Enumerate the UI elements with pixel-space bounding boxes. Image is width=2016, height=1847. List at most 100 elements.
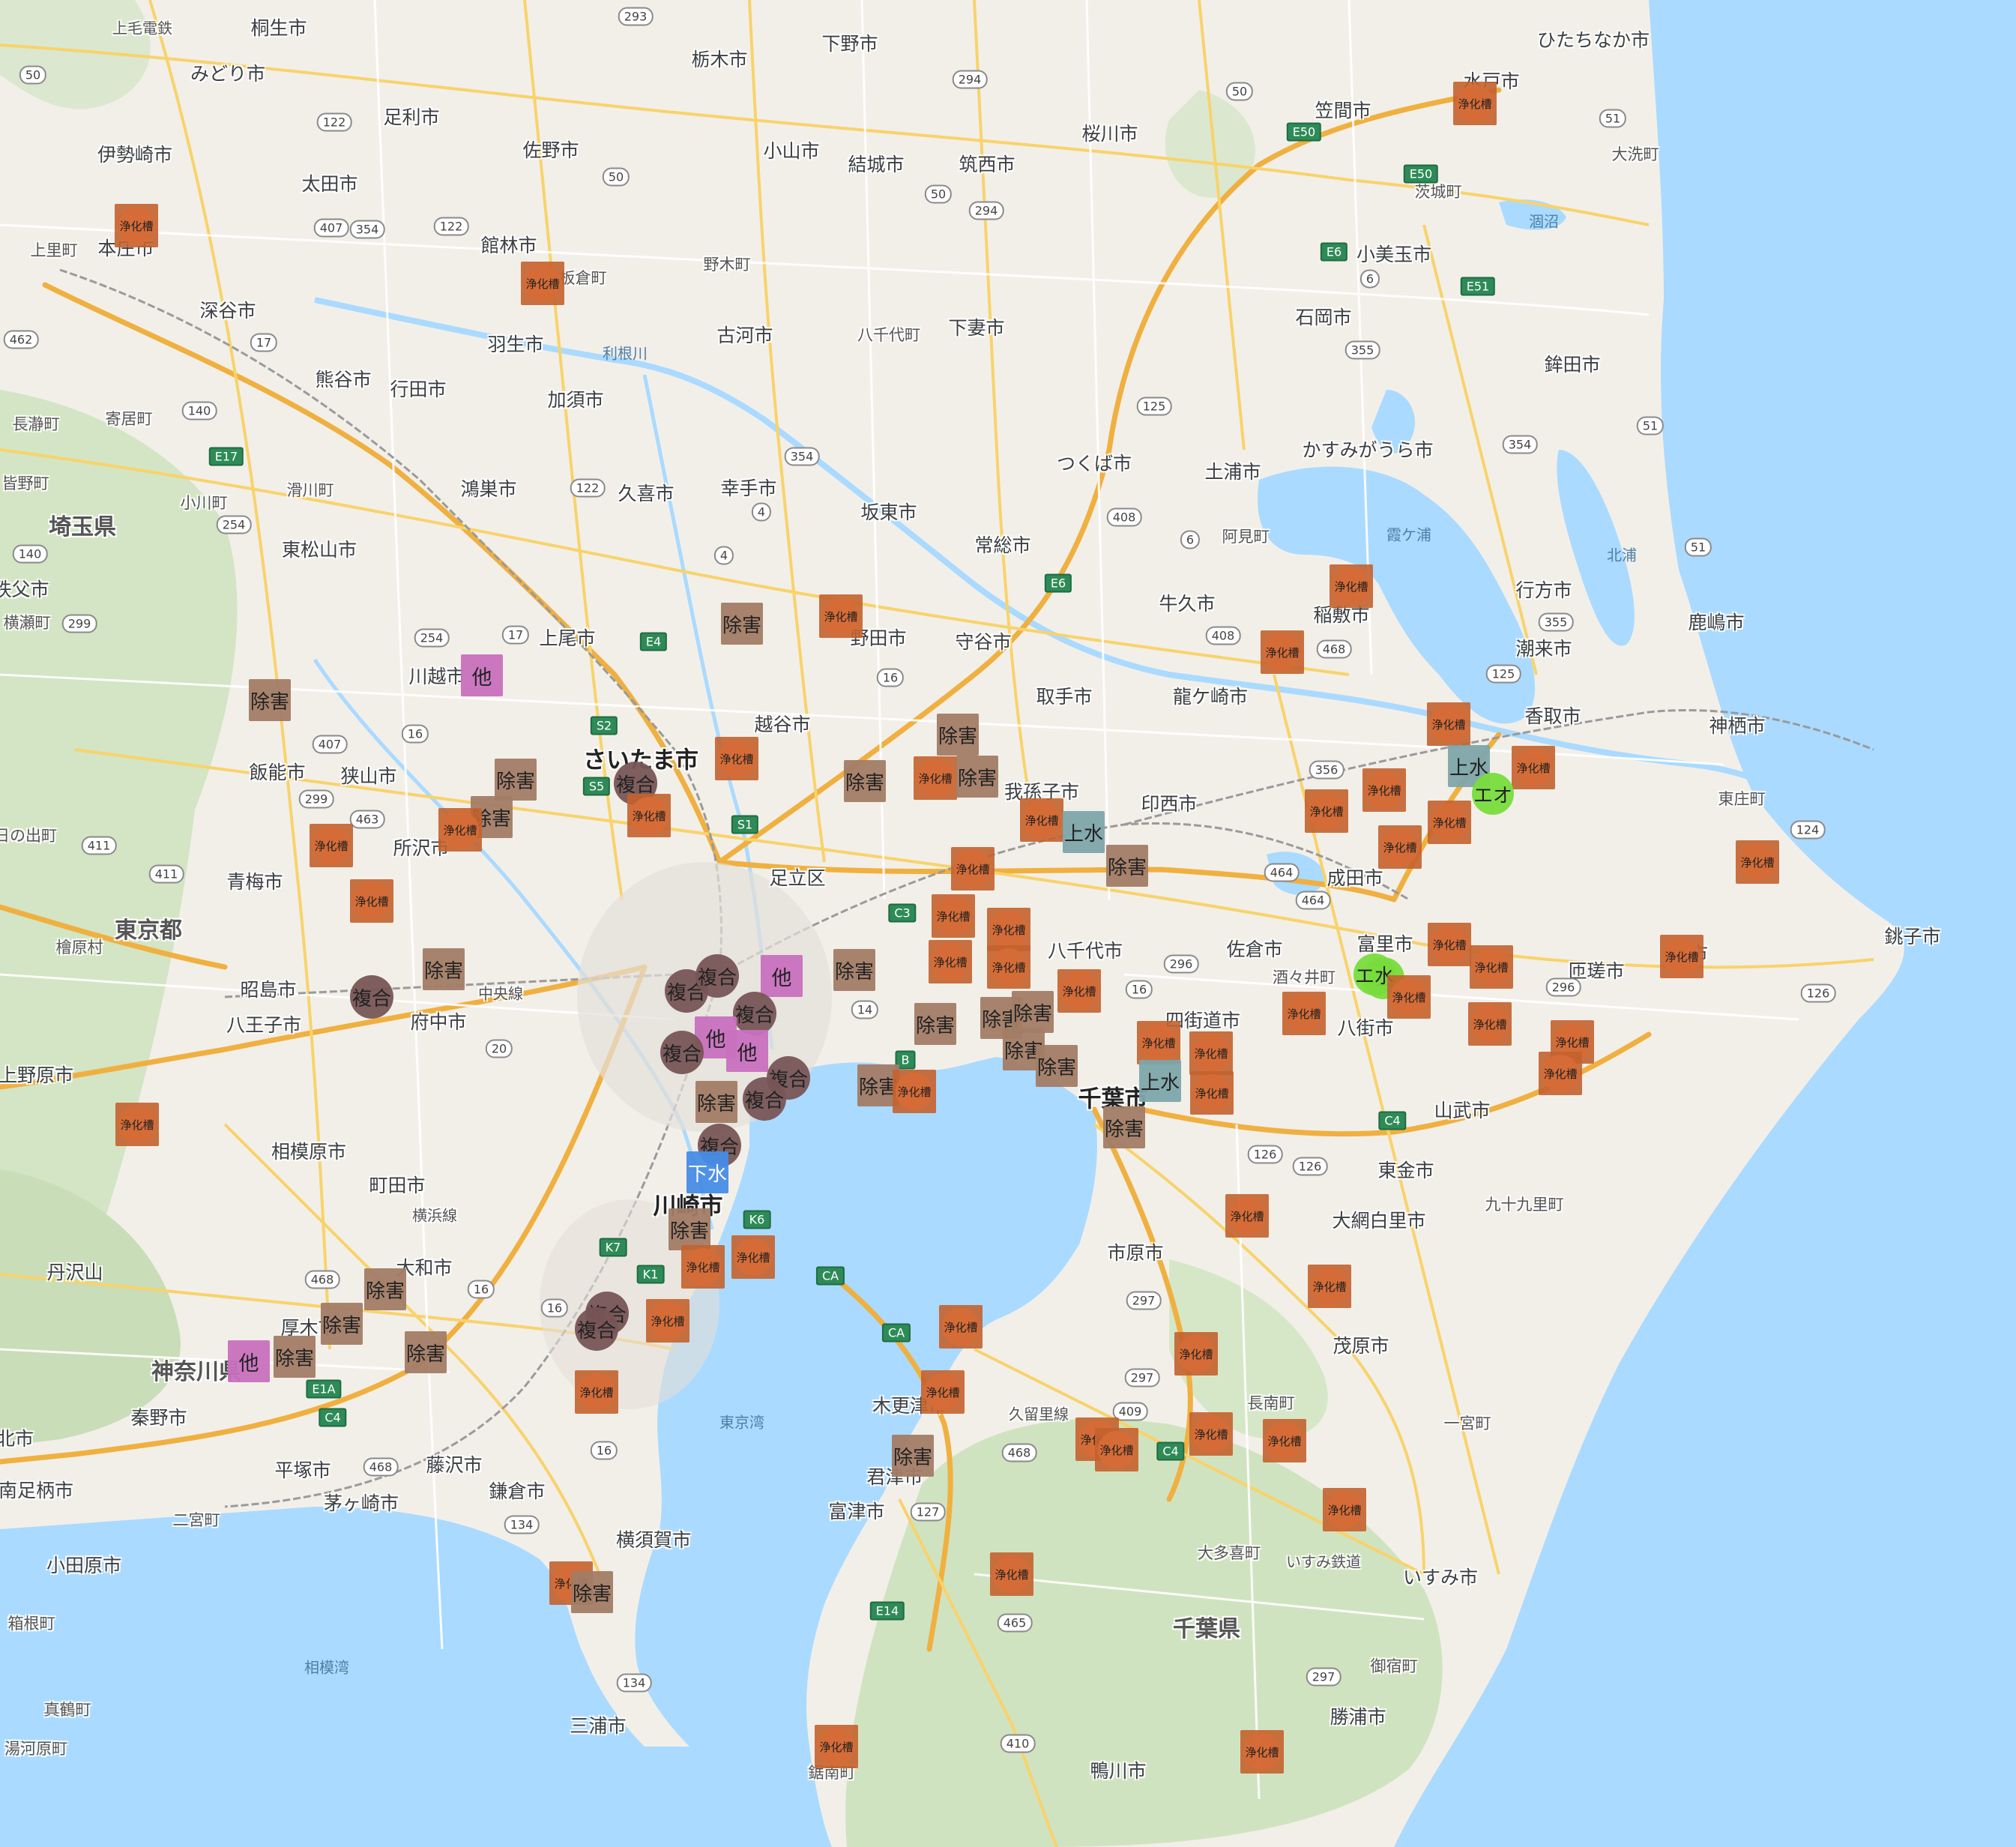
route-shield: 16 (467, 1280, 495, 1299)
josui-marker[interactable]: 上水 (1139, 1060, 1181, 1102)
jokaso-marker[interactable]: 浄化槽 (893, 1070, 936, 1113)
jokaso-marker[interactable]: 浄化槽 (914, 756, 957, 800)
gesui-marker[interactable]: 下水 (686, 1151, 728, 1193)
other-marker[interactable]: 他 (461, 654, 503, 696)
jokaso-marker[interactable]: 浄化槽 (1512, 746, 1555, 789)
jogai-marker[interactable]: 除害 (274, 1336, 316, 1378)
jokaso-marker[interactable]: 浄化槽 (1189, 1412, 1233, 1456)
jokaso-marker[interactable]: 浄化槽 (731, 1235, 775, 1279)
jokaso-marker[interactable]: 浄化槽 (1137, 1021, 1180, 1064)
jokaso-marker[interactable]: 浄化槽 (115, 1103, 159, 1146)
marker-label: 複合 (615, 774, 655, 797)
jogai-marker[interactable]: 除害 (695, 1081, 737, 1123)
jokaso-marker[interactable]: 浄化槽 (1427, 702, 1470, 746)
jokaso-marker[interactable]: 浄化槽 (1308, 1265, 1351, 1308)
marker-label: 複合 (734, 1004, 774, 1027)
marker-label: 除害 (1107, 856, 1147, 879)
jogai-marker[interactable]: 除害 (1103, 1106, 1145, 1148)
route-shield: 294 (968, 201, 1004, 220)
jogai-marker[interactable]: 除害 (364, 1268, 406, 1310)
jokaso-marker[interactable]: 浄化槽 (115, 204, 158, 247)
jokaso-marker[interactable]: 浄化槽 (715, 737, 758, 780)
ee-marker[interactable]: エオ (1472, 773, 1514, 815)
jogai-marker[interactable]: 除害 (1036, 1045, 1078, 1087)
marker-label: 浄化槽 (1265, 645, 1300, 660)
jogai-marker[interactable]: 除害 (956, 756, 998, 798)
expressway-shield: E50 (1286, 122, 1322, 142)
jokaso-marker[interactable]: 浄化槽 (929, 940, 972, 983)
marker-label: 浄化槽 (1555, 1035, 1590, 1049)
jogai-marker[interactable]: 除害 (892, 1435, 934, 1477)
jokaso-marker[interactable]: 浄化槽 (1736, 840, 1779, 884)
jokaso-marker[interactable]: 浄化槽 (1261, 630, 1304, 674)
jogai-marker[interactable]: 除害 (669, 1208, 710, 1250)
jogai-marker[interactable]: 除害 (405, 1331, 447, 1373)
jokaso-marker[interactable]: 浄化槽 (646, 1299, 689, 1343)
jokaso-marker[interactable]: 浄化槽 (990, 1552, 1033, 1596)
jokaso-marker[interactable]: 浄化槽 (681, 1245, 725, 1289)
jogai-marker[interactable]: 除害 (249, 679, 291, 721)
jokaso-marker[interactable]: 浄化槽 (350, 879, 393, 923)
jogai-marker[interactable]: 除害 (571, 1571, 613, 1613)
jokaso-marker[interactable]: 浄化槽 (575, 1370, 618, 1414)
jogai-marker[interactable]: 除害 (833, 949, 875, 991)
jokaso-marker[interactable]: 浄化槽 (921, 1370, 965, 1414)
other-marker[interactable]: 他 (761, 955, 803, 997)
jokaso-marker[interactable]: 浄化槽 (1468, 1002, 1512, 1046)
jogai-marker[interactable]: 除害 (844, 760, 886, 802)
fukugo-marker[interactable]: 複合 (575, 1307, 618, 1351)
other-marker[interactable]: 他 (726, 1030, 768, 1072)
jogai-marker[interactable]: 除害 (937, 714, 979, 756)
jogai-marker[interactable]: 除害 (1012, 991, 1054, 1033)
fukugo-marker[interactable]: 複合 (350, 975, 393, 1019)
marker-label: 浄化槽 (897, 1085, 932, 1099)
jokaso-marker[interactable]: 浄化槽 (1387, 975, 1431, 1019)
jogai-marker[interactable]: 除害 (495, 759, 537, 801)
jokaso-marker[interactable]: 浄化槽 (1190, 1071, 1234, 1115)
jokaso-marker[interactable]: 浄化槽 (438, 808, 482, 852)
jokaso-marker[interactable]: 浄化槽 (1305, 789, 1348, 833)
jokaso-marker[interactable]: 浄化槽 (1282, 992, 1326, 1035)
jokaso-marker[interactable]: 浄化槽 (1225, 1194, 1269, 1238)
jokaso-marker[interactable]: 浄化槽 (951, 847, 995, 891)
jogai-marker[interactable]: 除害 (321, 1303, 363, 1345)
jokaso-marker[interactable]: 浄化槽 (1470, 945, 1513, 989)
jokaso-marker[interactable]: 浄化槽 (1174, 1332, 1218, 1376)
jokaso-marker[interactable]: 浄化槽 (1189, 1031, 1233, 1075)
jokaso-marker[interactable]: 浄化槽 (1428, 801, 1471, 844)
fukugo-marker[interactable]: 複合 (743, 1077, 786, 1121)
jokaso-marker[interactable]: 浄化槽 (1330, 564, 1373, 608)
fukugo-marker[interactable]: 複合 (695, 954, 739, 998)
jogai-marker[interactable]: 除害 (721, 603, 763, 645)
jokaso-marker[interactable]: 浄化槽 (1020, 798, 1063, 842)
marker-label: 除害 (322, 1314, 361, 1337)
jokaso-marker[interactable]: 浄化槽 (1263, 1419, 1306, 1462)
josui-marker[interactable]: 上水 (1063, 811, 1105, 853)
jokaso-marker[interactable]: 浄化槽 (521, 262, 564, 305)
jokaso-marker[interactable]: 浄化槽 (1378, 825, 1422, 869)
jogai-marker[interactable]: 除害 (423, 948, 465, 990)
jokaso-marker[interactable]: 浄化槽 (1539, 1052, 1582, 1095)
jokaso-marker[interactable]: 浄化槽 (1362, 768, 1406, 812)
jokaso-marker[interactable]: 浄化槽 (1095, 1428, 1138, 1471)
fukugo-marker[interactable]: 複合 (660, 1031, 704, 1074)
route-shield: 125 (1485, 664, 1521, 684)
jokaso-marker[interactable]: 浄化槽 (815, 1725, 858, 1768)
jokaso-marker[interactable]: 浄化槽 (1453, 82, 1497, 125)
jokaso-marker[interactable]: 浄化槽 (627, 794, 671, 837)
jokaso-marker[interactable]: 浄化槽 (932, 894, 975, 938)
marker-label: 浄化槽 (992, 923, 1026, 937)
jokaso-marker[interactable]: 浄化槽 (939, 1305, 983, 1349)
jokaso-marker[interactable]: 浄化槽 (1240, 1730, 1284, 1774)
jokaso-marker[interactable]: 浄化槽 (1057, 969, 1101, 1013)
other-marker[interactable]: 他 (228, 1340, 270, 1382)
jokaso-marker[interactable]: 浄化槽 (1428, 923, 1471, 966)
jokaso-marker[interactable]: 浄化槽 (1660, 935, 1703, 978)
fukugo-marker[interactable]: 複合 (733, 992, 776, 1035)
jokaso-marker[interactable]: 浄化槽 (1323, 1488, 1366, 1531)
jokaso-marker[interactable]: 浄化槽 (819, 594, 863, 638)
jogai-marker[interactable]: 除害 (1106, 845, 1148, 887)
jokaso-marker[interactable]: 浄化槽 (310, 824, 353, 867)
jogai-marker[interactable]: 除害 (914, 1003, 956, 1045)
jokaso-marker[interactable]: 浄化槽 (987, 945, 1030, 989)
